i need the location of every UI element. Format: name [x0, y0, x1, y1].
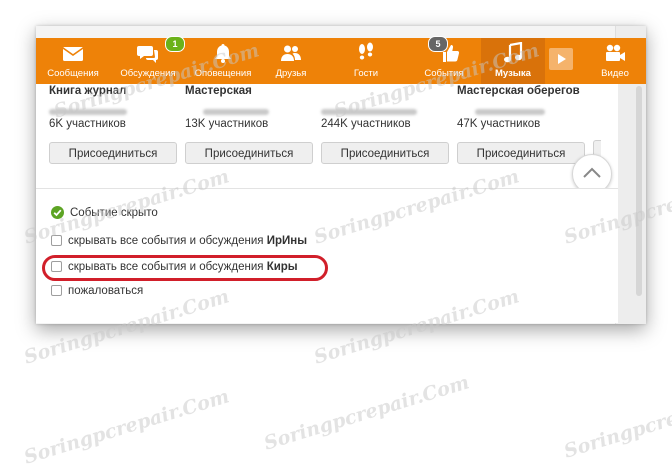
- nav-discussions[interactable]: 1 Обсуждения: [111, 36, 185, 84]
- hidden-status-text: Событие скрыто: [70, 207, 158, 219]
- group-card: Мастерская оберегов 47K участников Присо…: [457, 84, 585, 164]
- hide-irina-checkbox[interactable]: [51, 235, 62, 246]
- groups-panel: Книга журнал 6K участников Присоединитьс…: [36, 84, 618, 195]
- group-title[interactable]: Книга журнал: [49, 84, 177, 98]
- nav-music[interactable]: Музыка: [481, 38, 545, 84]
- bell-icon: [215, 44, 231, 63]
- hide-irina-option[interactable]: скрывать все события и обсуждения ИрИны: [51, 233, 307, 249]
- nav-events[interactable]: 5 События: [414, 36, 474, 84]
- watermark: Soringpcrepair.Com: [21, 385, 232, 469]
- events-badge: 5: [428, 36, 448, 52]
- group-members: 6K участников: [49, 118, 126, 130]
- footprints-icon: [359, 42, 373, 60]
- irina-name: ИрИны: [266, 235, 308, 247]
- group-members: 47K участников: [457, 118, 541, 130]
- nav-guests[interactable]: Гости: [338, 38, 394, 84]
- nav-discussions-label: Обсуждения: [120, 68, 176, 79]
- watermark: Soringpcrepair.Com: [561, 379, 672, 463]
- watermark: Soringpcrepair.Com: [261, 371, 472, 455]
- envelope-icon: [62, 47, 84, 61]
- play-icon[interactable]: [549, 48, 573, 70]
- nav-messages[interactable]: Сообщения: [41, 38, 105, 84]
- group-card: Мастерская 13K участников Присоединиться: [185, 84, 313, 164]
- join-button[interactable]: Присоединиться: [457, 142, 585, 164]
- blurred-subtitle: [49, 109, 127, 115]
- check-circle-icon: [51, 206, 64, 219]
- blurred-subtitle: [203, 109, 269, 115]
- nav-guests-label: Гости: [353, 68, 379, 79]
- group-members: 13K участников: [185, 118, 269, 130]
- page-scrollbar[interactable]: [636, 86, 642, 296]
- event-options-card: Событие скрыто скрывать все события и об…: [36, 188, 618, 323]
- nav-messages-label: Сообщения: [47, 68, 99, 79]
- video-camera-icon: [606, 44, 625, 61]
- hidden-status-row: Событие скрыто: [51, 205, 158, 221]
- group-members: 244K участников: [321, 118, 411, 130]
- top-navbar: Сообщения 1 Обсуждения Оповещения Друзья: [36, 36, 646, 84]
- discussions-badge: 1: [165, 36, 185, 52]
- report-option[interactable]: пожаловаться: [51, 283, 143, 299]
- blurred-subtitle: [475, 109, 545, 115]
- nav-events-label: События: [424, 68, 464, 79]
- chat-bubbles-icon: [137, 46, 158, 63]
- screenshot-frame: Книга журнал 6K участников Присоединитьс…: [36, 26, 646, 324]
- music-note-icon: [504, 42, 523, 63]
- nav-music-label: Музыка: [495, 68, 531, 79]
- join-button[interactable]: Присоединиться: [185, 142, 313, 164]
- report-checkbox[interactable]: [51, 285, 62, 296]
- people-icon: [281, 45, 301, 61]
- group-title[interactable]: [321, 84, 449, 98]
- report-label: пожаловаться: [68, 285, 144, 297]
- highlight-outline: [42, 255, 328, 281]
- join-button[interactable]: Присоединиться: [49, 142, 177, 164]
- nav-video[interactable]: Видео: [584, 38, 646, 84]
- nav-notifications-label: Оповещения: [194, 68, 252, 79]
- hide-irina-label: скрывать все события и обсуждения: [68, 235, 267, 247]
- nav-notifications[interactable]: Оповещения: [189, 38, 257, 84]
- group-title[interactable]: Мастерская оберегов: [457, 84, 585, 98]
- group-card: Книга журнал 6K участников Присоединитьс…: [49, 84, 177, 164]
- join-button[interactable]: Присоединиться: [321, 142, 449, 164]
- nav-video-label: Видео: [601, 68, 629, 79]
- nav-friends[interactable]: Друзья: [262, 38, 320, 84]
- nav-friends-label: Друзья: [275, 68, 307, 79]
- group-title[interactable]: Мастерская: [185, 84, 313, 98]
- blurred-subtitle: [321, 109, 417, 115]
- group-card: 244K участников Присоединиться: [321, 84, 449, 164]
